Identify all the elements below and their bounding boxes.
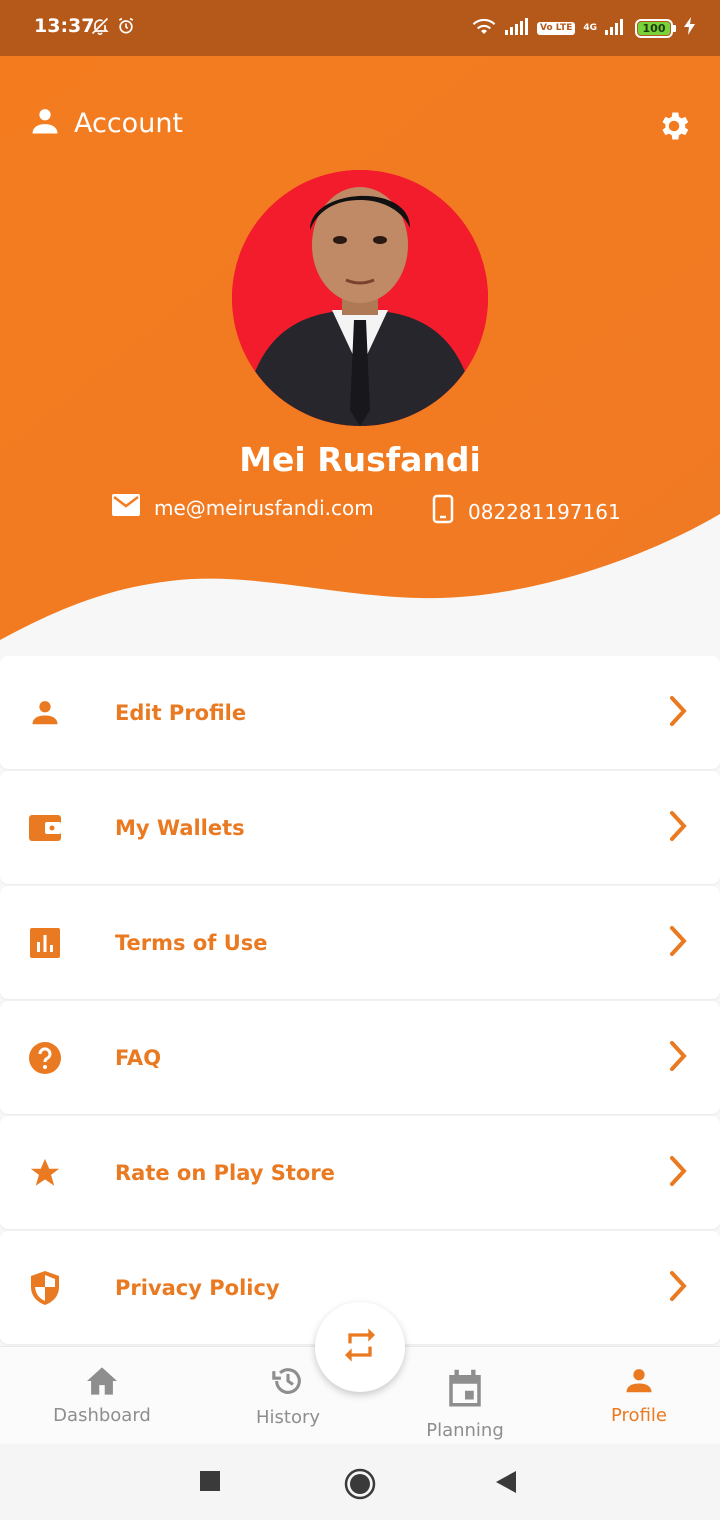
notifications-off-icon <box>90 16 110 40</box>
charging-icon <box>684 17 696 39</box>
bar-chart-icon <box>28 926 62 960</box>
account-person-icon <box>30 106 60 140</box>
network-type: 4G <box>583 22 597 33</box>
transaction-fab-button[interactable] <box>315 1302 405 1392</box>
menu-item-terms-of-use[interactable]: Terms of Use <box>0 886 720 999</box>
wifi-icon <box>471 16 497 40</box>
page-title: Account <box>74 107 184 139</box>
shield-icon <box>28 1270 62 1305</box>
person-icon <box>624 1366 654 1401</box>
status-time: 13:37 <box>34 15 95 37</box>
nav-planning[interactable]: Planning <box>410 1355 520 1453</box>
chevron-right-icon <box>668 1270 688 1306</box>
phone-row: 082281197161 <box>432 494 621 529</box>
star-icon <box>28 1156 62 1190</box>
menu-item-my-wallets[interactable]: My Wallets <box>0 771 720 884</box>
account-title: Account <box>30 106 183 140</box>
menu-item-label: My Wallets <box>115 815 245 840</box>
chevron-right-icon <box>668 1155 688 1191</box>
status-bar: 13:37 Vo LTE 4G 100 <box>0 0 720 56</box>
signal-icon-2 <box>605 17 627 39</box>
settings-menu: Edit Profile My Wallets Terms of Use FAQ <box>0 656 720 1346</box>
alarm-icon <box>116 16 136 40</box>
phone-icon <box>432 494 454 529</box>
nav-profile[interactable]: Profile <box>590 1347 688 1445</box>
home-button[interactable] <box>344 1468 376 1504</box>
menu-item-label: Edit Profile <box>115 700 247 725</box>
nav-dashboard[interactable]: Dashboard <box>40 1347 164 1445</box>
calendar-icon <box>444 1367 486 1416</box>
volte-badge: Vo LTE <box>537 21 576 35</box>
person-icon <box>28 696 62 730</box>
nav-label: Dashboard <box>53 1405 151 1426</box>
profile-name: Mei Rusfandi <box>239 440 481 479</box>
battery-indicator: 100 <box>635 18 676 38</box>
recents-button[interactable] <box>200 1471 220 1495</box>
chevron-right-icon <box>668 810 688 846</box>
profile-phone: 082281197161 <box>468 499 621 524</box>
nav-label: Profile <box>611 1405 667 1426</box>
email-row: me@meirusfandi.com <box>112 494 374 521</box>
menu-item-rate-play-store[interactable]: Rate on Play Store <box>0 1116 720 1229</box>
nav-label: Planning <box>426 1420 504 1441</box>
menu-item-edit-profile[interactable]: Edit Profile <box>0 656 720 769</box>
system-navigation-bar <box>0 1444 720 1520</box>
nav-label: History <box>255 1407 321 1428</box>
back-button[interactable] <box>496 1471 516 1497</box>
avatar <box>232 170 488 426</box>
menu-item-label: FAQ <box>115 1045 162 1070</box>
history-icon <box>271 1364 305 1403</box>
chevron-right-icon <box>668 1040 688 1076</box>
chevron-right-icon <box>668 925 688 961</box>
menu-item-label: Rate on Play Store <box>115 1160 335 1185</box>
repeat-icon <box>340 1325 380 1369</box>
mail-icon <box>112 494 140 521</box>
menu-item-label: Terms of Use <box>115 930 268 955</box>
menu-item-faq[interactable]: FAQ <box>0 1001 720 1114</box>
menu-item-label: Privacy Policy <box>115 1275 280 1300</box>
profile-email: me@meirusfandi.com <box>154 495 374 520</box>
help-circle-icon <box>28 1041 62 1075</box>
gear-icon[interactable] <box>656 108 692 148</box>
home-icon <box>85 1366 119 1401</box>
wallet-icon <box>28 811 62 845</box>
signal-icon <box>505 17 529 39</box>
chevron-right-icon <box>668 695 688 731</box>
